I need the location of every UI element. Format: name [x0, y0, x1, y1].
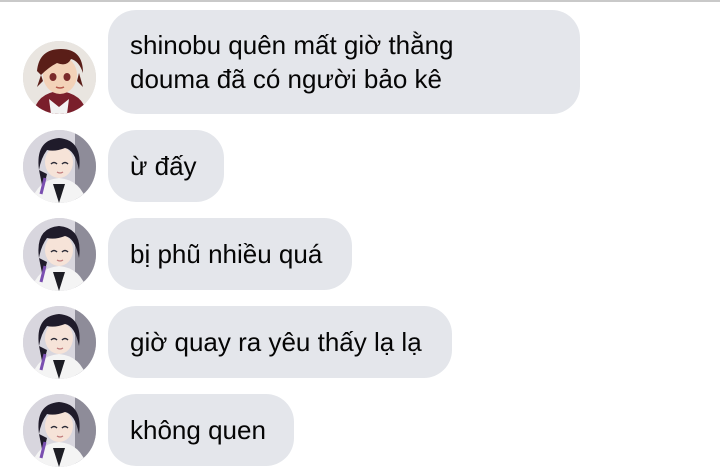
- shinobu-avatar-icon[interactable]: [23, 218, 96, 291]
- message-row: giờ quay ra yêu thấy lạ lạ: [0, 306, 720, 379]
- message-row: shinobu quên mất giờ thằng douma đã có n…: [0, 10, 720, 114]
- shinobu-avatar-icon[interactable]: [23, 130, 96, 203]
- chat-thread: shinobu quên mất giờ thằng douma đã có n…: [0, 0, 720, 471]
- top-divider: [0, 0, 720, 2]
- message-text: không quen: [130, 415, 266, 445]
- message-text: ừ đấy: [130, 151, 197, 181]
- message-bubble[interactable]: shinobu quên mất giờ thằng douma đã có n…: [108, 10, 580, 114]
- message-bubble[interactable]: bị phũ nhiều quá: [108, 218, 352, 290]
- shinobu-avatar-icon[interactable]: [23, 306, 96, 379]
- message-row: bị phũ nhiều quá: [0, 218, 720, 291]
- message-bubble[interactable]: ừ đấy: [108, 130, 224, 202]
- shinobu-avatar-icon[interactable]: [23, 394, 96, 467]
- message-text: giờ quay ra yêu thấy lạ lạ: [130, 327, 422, 357]
- message-row: ừ đấy: [0, 130, 720, 203]
- message-text: bị phũ nhiều quá: [130, 239, 323, 269]
- message-bubble[interactable]: không quen: [108, 394, 294, 466]
- message-row: không quen: [0, 394, 720, 467]
- message-bubble[interactable]: giờ quay ra yêu thấy lạ lạ: [108, 306, 452, 378]
- tanjiro-avatar-icon[interactable]: [23, 41, 96, 114]
- message-text: shinobu quên mất giờ thằng: [130, 30, 454, 60]
- message-text: douma đã có người bảo kê: [130, 64, 442, 94]
